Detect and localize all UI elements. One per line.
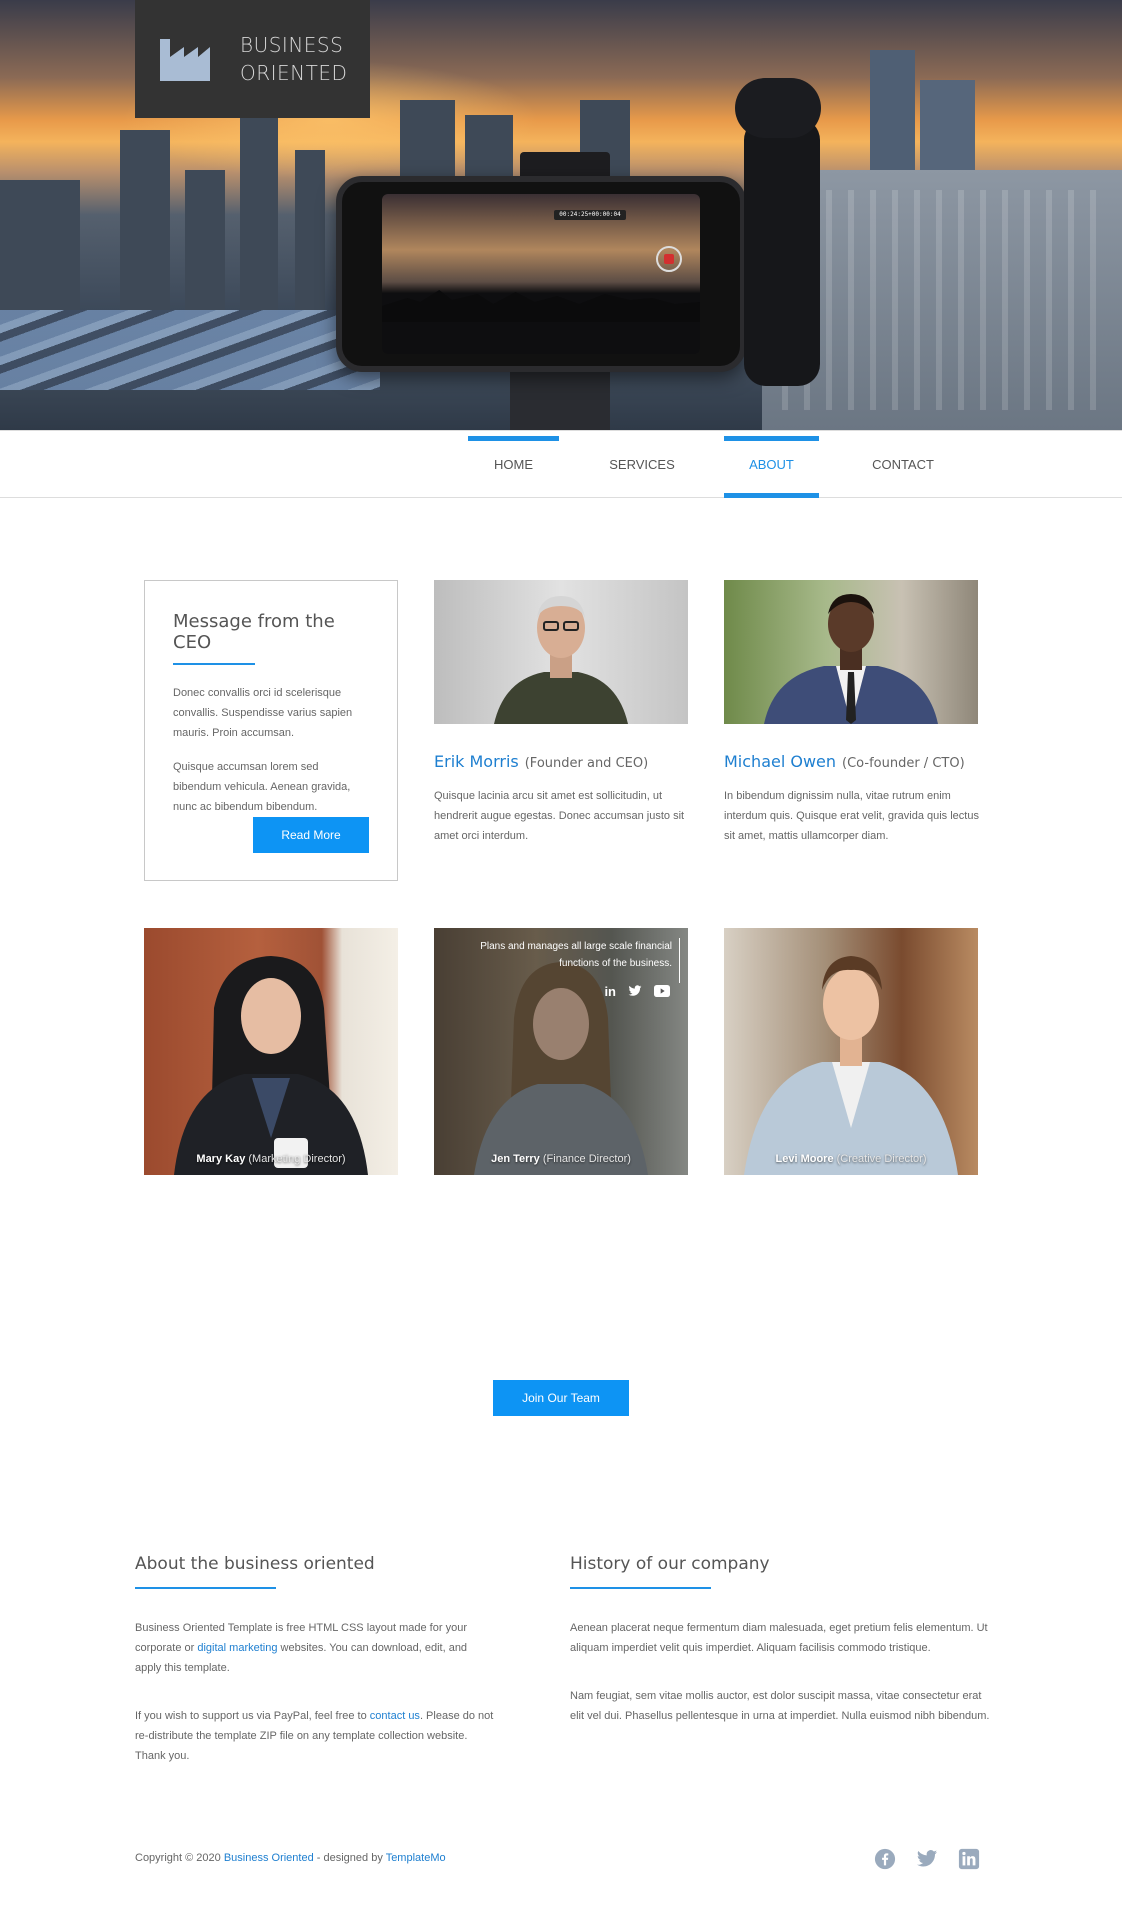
member-name: Jen Terry xyxy=(491,1153,540,1165)
portrait-illustration xyxy=(764,594,938,724)
smartphone: 00:24:25+00:00:04 xyxy=(336,176,746,372)
contact-us-link[interactable]: contact us xyxy=(370,1710,420,1722)
member-role: (Creative Director) xyxy=(836,1153,927,1165)
member-role: (Marketing Director) xyxy=(248,1153,346,1165)
erik-morris-photo xyxy=(434,580,688,724)
read-more-button[interactable]: Read More xyxy=(253,817,369,853)
templatemo-link[interactable]: TemplateMo xyxy=(386,1852,446,1864)
title-underline xyxy=(135,1587,276,1589)
text-segment: If you wish to support us via PayPal, fe… xyxy=(135,1710,370,1722)
ceo-message-card: Message from the CEO Donec convallis orc… xyxy=(144,580,398,881)
footer-history-paragraph-2: Nam feugiat, sem vitae mollis auctor, es… xyxy=(570,1690,990,1722)
brand-line-1: BUSINESS xyxy=(240,33,344,57)
linkedin-icon[interactable] xyxy=(958,1848,980,1870)
copyright: Copyright © 2020 Business Oriented - des… xyxy=(135,1852,446,1864)
warehouse-roofs xyxy=(0,310,380,390)
text-segment: - designed by xyxy=(313,1852,386,1864)
join-our-team-button[interactable]: Join Our Team xyxy=(493,1380,629,1416)
nav-about[interactable]: ABOUT xyxy=(724,431,819,498)
facebook-icon[interactable] xyxy=(874,1848,896,1870)
footer-about-title: About the business oriented xyxy=(135,1554,375,1574)
founder-role: (Founder and CEO) xyxy=(524,756,649,771)
text-segment: Copyright © 2020 xyxy=(135,1852,224,1864)
factory-icon xyxy=(160,39,210,81)
founder-description-michael: In bibendum dignissim nulla, vitae rutru… xyxy=(724,790,979,842)
nav-contact[interactable]: CONTACT xyxy=(860,431,946,498)
footer-history-paragraph-1: Aenean placerat neque fermentum diam mal… xyxy=(570,1622,988,1654)
footer-history-title: History of our company xyxy=(570,1554,770,1574)
founder-description-erik: Quisque lacinia arcu sit amet est sollic… xyxy=(434,790,685,842)
brand-name: BUSINESS ORIENTED xyxy=(240,31,347,87)
footer-about-paragraph-1: Business Oriented Template is free HTML … xyxy=(135,1618,495,1678)
brand-line-2: ORIENTED xyxy=(240,61,348,85)
member-social-links: in xyxy=(604,984,670,999)
nav-services[interactable]: SERVICES xyxy=(600,431,684,498)
digital-marketing-link[interactable]: digital marketing xyxy=(197,1642,277,1654)
portrait-illustration xyxy=(744,956,958,1175)
overlay-divider xyxy=(679,938,680,983)
footer-about-paragraph-2: If you wish to support us via PayPal, fe… xyxy=(135,1706,495,1766)
main-navigation: HOME SERVICES ABOUT CONTACT xyxy=(0,430,1122,498)
ceo-card-title: Message from the CEO xyxy=(173,611,335,653)
youtube-icon[interactable] xyxy=(654,984,670,998)
member-bio: Plans and manages all large scale financ… xyxy=(480,941,672,969)
founder-name-erik: Erik Morris (Founder and CEO) xyxy=(434,752,648,771)
twitter-icon[interactable] xyxy=(916,1848,938,1870)
twitter-icon[interactable] xyxy=(628,984,642,998)
ceo-paragraph-1: Donec convallis orci id scelerisque conv… xyxy=(173,687,353,739)
business-oriented-link[interactable]: Business Oriented xyxy=(224,1852,314,1864)
team-card-levi-moore[interactable]: Levi Moore (Creative Director) xyxy=(724,928,978,1175)
team-card-mary-kay[interactable]: Mary Kay (Marketing Director) xyxy=(144,928,398,1175)
portrait-illustration xyxy=(494,596,628,724)
title-underline xyxy=(570,1587,711,1589)
portrait-illustration xyxy=(174,956,368,1175)
gimbal-stand xyxy=(510,370,610,430)
linkedin-icon[interactable]: in xyxy=(604,984,616,999)
team-card-jen-terry[interactable]: Plans and manages all large scale financ… xyxy=(434,928,688,1175)
gimbal-handle xyxy=(744,118,820,386)
member-role: (Finance Director) xyxy=(542,1153,631,1165)
founder-name-michael: Michael Owen (Co-founder / CTO) xyxy=(724,752,965,771)
team-caption: Levi Moore (Creative Director) xyxy=(724,1153,978,1165)
founder-name: Erik Morris xyxy=(434,752,519,771)
site-logo[interactable]: BUSINESS ORIENTED xyxy=(135,0,370,118)
member-name: Levi Moore xyxy=(775,1153,834,1165)
team-caption: Jen Terry (Finance Director) xyxy=(434,1153,688,1165)
record-button-icon xyxy=(656,246,682,272)
phone-screen: 00:24:25+00:00:04 xyxy=(382,194,700,354)
screen-skyline xyxy=(382,290,700,322)
gimbal-motor xyxy=(735,78,821,138)
team-caption: Mary Kay (Marketing Director) xyxy=(144,1153,398,1165)
founder-role: (Co-founder / CTO) xyxy=(842,756,965,771)
title-underline xyxy=(173,663,255,665)
nav-home[interactable]: HOME xyxy=(468,431,559,498)
ceo-paragraph-2: Quisque accumsan lorem sed bibendum vehi… xyxy=(173,761,351,813)
member-name: Mary Kay xyxy=(196,1153,246,1165)
recording-time: 00:24:25+00:00:04 xyxy=(554,210,626,220)
founder-name: Michael Owen xyxy=(724,752,837,771)
michael-owen-photo xyxy=(724,580,978,724)
